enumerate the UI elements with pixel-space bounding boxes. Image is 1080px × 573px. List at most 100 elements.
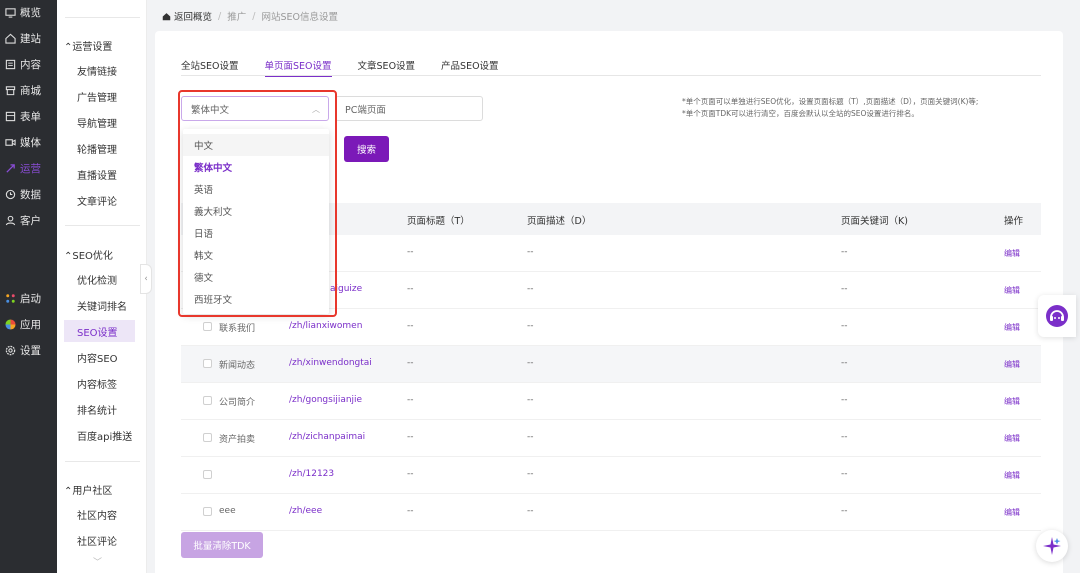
edit-link[interactable]: 编辑 <box>1004 396 1020 407</box>
cell-title: -- <box>407 284 414 294</box>
table-row: eee /zh/eee -- -- -- 编辑 <box>181 494 1041 531</box>
row-checkbox[interactable] <box>203 507 212 516</box>
page-type-select[interactable]: PC端页面 <box>335 96 483 121</box>
nav-item-apps[interactable]: 应用 <box>0 312 57 336</box>
subnav-item-community-content[interactable]: 社区内容 <box>64 503 135 525</box>
edit-link[interactable]: 编辑 <box>1004 248 1020 259</box>
nav-item-build[interactable]: 建站 <box>0 26 57 50</box>
group-label: SEO优化 <box>72 251 113 262</box>
row-checkbox[interactable] <box>203 470 212 479</box>
cell-path[interactable]: /zh/eee <box>289 506 322 516</box>
subnav-item-baidu-push[interactable]: 百度api推送 <box>64 424 135 446</box>
subnav-item-seo-settings[interactable]: SEO设置 <box>64 320 135 342</box>
home-icon <box>5 33 16 44</box>
table-row: 新闻动态 /zh/xinwendongtai -- -- -- 编辑 <box>181 346 1041 383</box>
group-seo[interactable]: ⌃SEO优化 <box>64 247 113 262</box>
nav-label: 设置 <box>20 344 41 357</box>
nav-label: 媒体 <box>20 136 41 149</box>
row-checkbox[interactable] <box>203 322 212 331</box>
nav-item-operation[interactable]: 运营 <box>0 156 57 180</box>
subnav-item-content-seo[interactable]: 内容SEO <box>64 346 135 368</box>
page-type-select-value: PC端页面 <box>345 104 386 116</box>
nav-item-form[interactable]: 表单 <box>0 104 57 128</box>
cell-title: -- <box>407 358 414 368</box>
cell-path[interactable]: /zh/lianxiwomen <box>289 321 362 331</box>
nav-label: 商城 <box>20 84 41 97</box>
customer-service-button[interactable] <box>1038 295 1076 337</box>
cell-path[interactable]: /zh/zichanpaimai <box>289 432 365 442</box>
tip-line: *单个页面可以单独进行SEO优化，设置页面标题（T）,页面描述（D），页面关键词… <box>682 97 979 106</box>
cell-desc: -- <box>527 469 534 479</box>
apps-icon <box>5 318 16 330</box>
tip-line: *单个页面TDK可以进行清空，百度会默认以全站的SEO设置进行排名。 <box>682 109 919 118</box>
assistant-logo-button[interactable] <box>1036 530 1068 562</box>
nav-label: 应用 <box>20 318 41 331</box>
media-icon <box>5 138 16 146</box>
breadcrumb: 返回概览 / 推广 / 网站SEO信息设置 <box>162 9 338 23</box>
breadcrumb-current: 网站SEO信息设置 <box>261 12 338 23</box>
cell-path[interactable]: /zh/xinwendongtai <box>289 358 372 368</box>
subnav-item-ads[interactable]: 广告管理 <box>64 85 135 107</box>
edit-link[interactable]: 编辑 <box>1004 507 1020 518</box>
nav-item-customer[interactable]: 客户 <box>0 208 57 232</box>
th-action: 操作 <box>1004 216 1024 227</box>
edit-link[interactable]: 编辑 <box>1004 433 1020 444</box>
row-checkbox[interactable] <box>203 396 212 405</box>
subnav-item-carousel[interactable]: 轮播管理 <box>64 137 135 159</box>
cell-title: -- <box>407 247 414 257</box>
collapse-sidebar-button[interactable]: ‹ <box>140 264 152 294</box>
tabs-divider <box>181 75 1041 76</box>
nav-item-settings[interactable]: 设置 <box>0 338 57 362</box>
edit-link[interactable]: 编辑 <box>1004 322 1020 333</box>
cell-keywords: -- <box>841 358 848 368</box>
subnav-item-rank-stats[interactable]: 排名统计 <box>64 398 135 420</box>
nav-item-overview[interactable]: 概览 <box>0 0 57 24</box>
edit-link[interactable]: 编辑 <box>1004 359 1020 370</box>
row-checkbox[interactable] <box>203 359 212 368</box>
group-community[interactable]: ⌃用户社区 <box>64 482 112 497</box>
subnav-item-friend-links[interactable]: 友情链接 <box>64 59 135 81</box>
form-icon <box>5 111 16 121</box>
subnav-item-keyword-rank[interactable]: 关键词排名 <box>64 294 135 316</box>
nav-item-media[interactable]: 媒体 <box>0 130 57 154</box>
cell-keywords: -- <box>841 506 848 516</box>
nav-label: 概览 <box>20 6 41 19</box>
subnav-item-content-tags[interactable]: 内容标签 <box>64 372 135 394</box>
cell-title: -- <box>407 395 414 405</box>
cell-title: -- <box>407 469 414 479</box>
subnav-item-live[interactable]: 直播设置 <box>64 163 135 185</box>
cell-desc: -- <box>527 432 534 442</box>
nav-item-data[interactable]: 数据 <box>0 182 57 206</box>
edit-link[interactable]: 编辑 <box>1004 285 1020 296</box>
nav-item-launch[interactable]: 启动 <box>0 286 57 310</box>
batch-clear-tdk-button[interactable]: 批量清除TDK <box>181 532 263 558</box>
subnav-item-navigation[interactable]: 导航管理 <box>64 111 135 133</box>
row-checkbox[interactable] <box>203 433 212 442</box>
breadcrumb-back[interactable]: 返回概览 <box>174 9 212 23</box>
cell-name: eee <box>219 506 236 516</box>
nav-item-content[interactable]: 内容 <box>0 52 57 76</box>
nav-item-store[interactable]: 商城 <box>0 78 57 102</box>
tips: *单个页面可以单独进行SEO优化，设置页面标题（T）,页面描述（D），页面关键词… <box>682 96 978 120</box>
th-desc: 页面描述（D） <box>527 216 592 227</box>
breadcrumb-level1[interactable]: 推广 <box>227 9 246 23</box>
subnav-item-community-comments[interactable]: 社区评论 <box>64 529 135 551</box>
cell-name: 资产拍卖 <box>219 435 256 445</box>
main-nav: 概览 建站 内容 商城 表单 媒体 运营 数据 客户 启动 应用 设置 <box>0 0 57 573</box>
cell-desc: -- <box>527 358 534 368</box>
cell-desc: -- <box>527 247 534 257</box>
nav-label: 客户 <box>20 214 41 227</box>
cell-path[interactable]: /zh/gongsijianjie <box>289 395 362 405</box>
subnav-item-seo-check[interactable]: 优化检测 <box>64 268 135 290</box>
group-operation-settings[interactable]: ⌃运营设置 <box>64 38 112 53</box>
cell-keywords: -- <box>841 395 848 405</box>
cell-keywords: -- <box>841 247 848 257</box>
chevron-down-icon[interactable]: ﹀ <box>93 555 102 568</box>
cell-keywords: -- <box>841 284 848 294</box>
cell-path[interactable]: /zh/12123 <box>289 469 334 479</box>
search-button[interactable]: 搜索 <box>344 136 389 162</box>
subnav-item-comments[interactable]: 文章评论 <box>64 189 135 211</box>
edit-link[interactable]: 编辑 <box>1004 470 1020 481</box>
launch-icon <box>6 293 15 303</box>
cell-title: -- <box>407 432 414 442</box>
